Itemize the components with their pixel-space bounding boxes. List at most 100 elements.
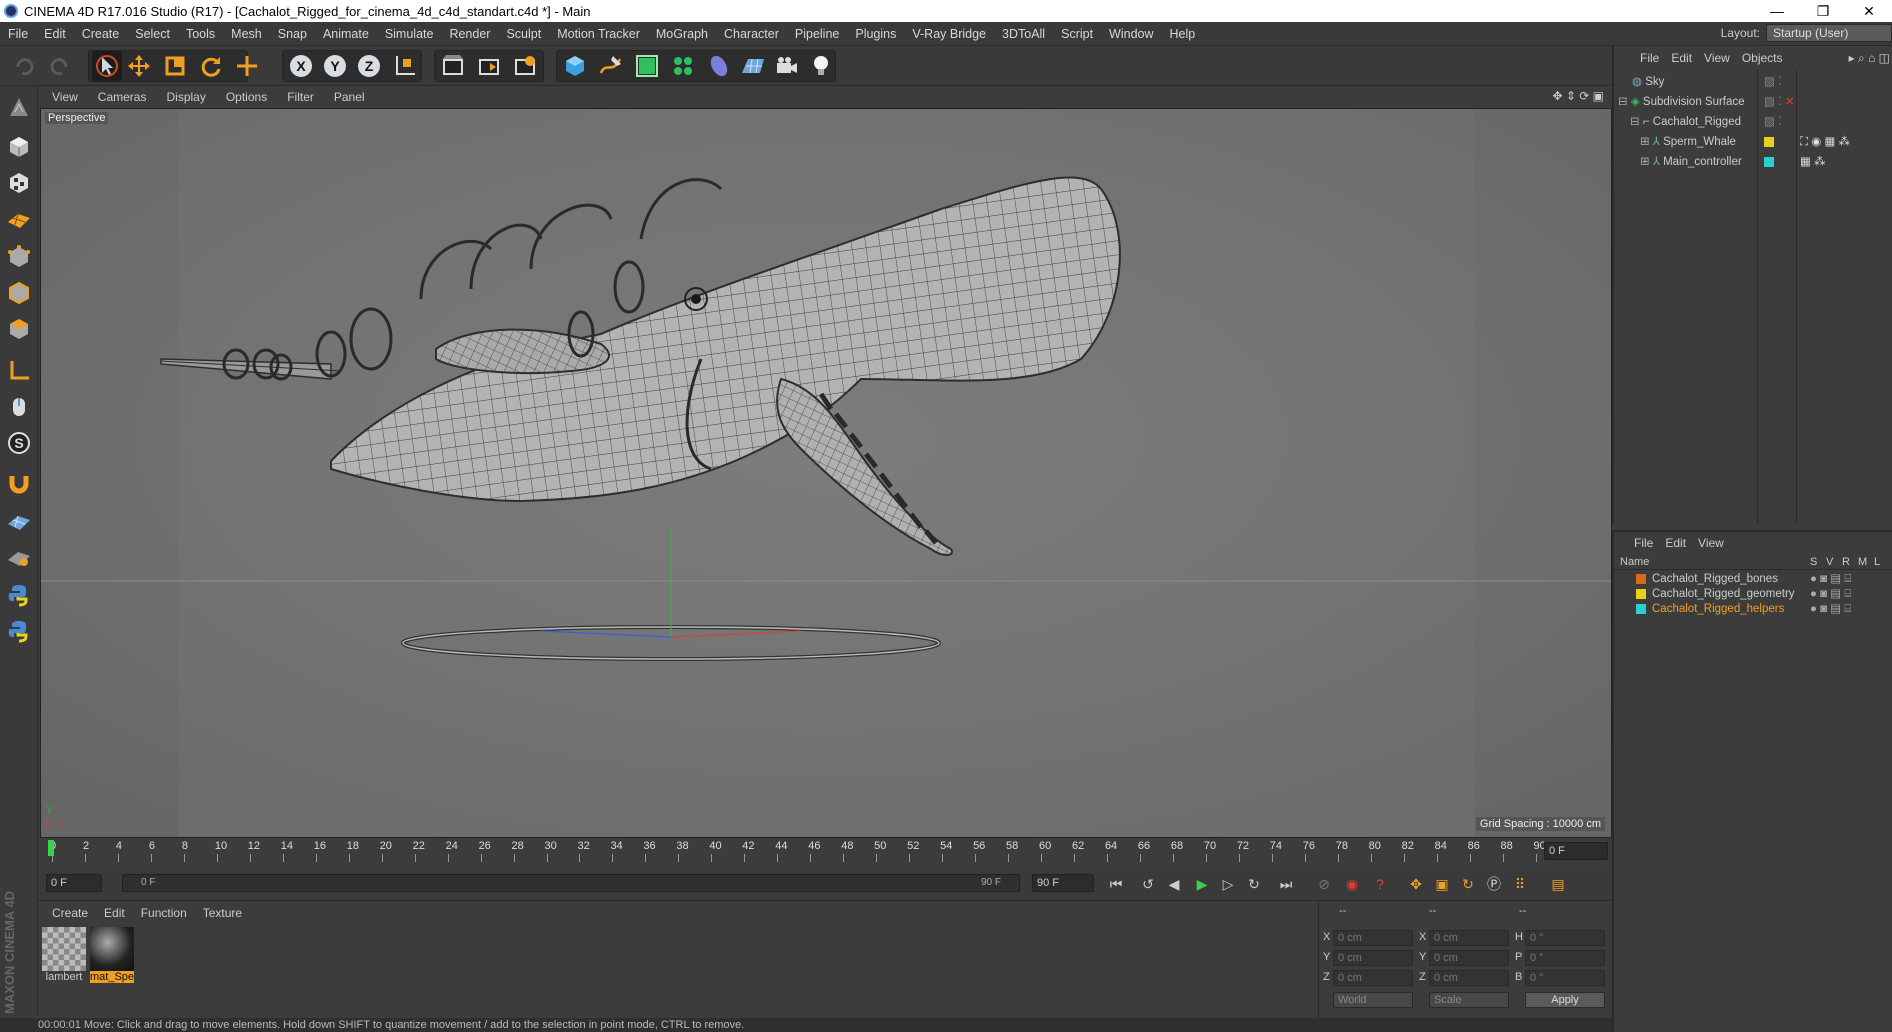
end-frame-field[interactable]: 90 F: [1032, 874, 1094, 892]
undo-button[interactable]: [10, 51, 40, 81]
deformer-icon[interactable]: [704, 51, 734, 81]
previous-frame-icon[interactable]: ◀: [1162, 872, 1186, 896]
material-lambert[interactable]: lambert: [42, 927, 86, 985]
expand-icon[interactable]: ⊞: [1640, 136, 1650, 148]
position-y-field[interactable]: 0 cm: [1333, 950, 1413, 966]
expand-icon[interactable]: ⊞: [1640, 156, 1650, 168]
play-icon[interactable]: ▶: [1190, 872, 1214, 896]
menu-mograph[interactable]: MoGraph: [648, 27, 716, 41]
menu-pipeline[interactable]: Pipeline: [787, 27, 847, 41]
next-key-icon[interactable]: ↻: [1242, 872, 1266, 896]
rotation-p-field[interactable]: 0 °: [1525, 950, 1605, 966]
cachalot-visibility-icon[interactable]: ▨ ⁚: [1764, 112, 1782, 132]
previous-key-icon[interactable]: ↺: [1136, 872, 1160, 896]
layout-dropdown[interactable]: Startup (User): [1766, 24, 1892, 42]
size-x-field[interactable]: 0 cm: [1429, 930, 1509, 946]
current-frame-field[interactable]: 0 F: [1544, 842, 1608, 860]
autokey-icon[interactable]: ◉: [1340, 872, 1364, 896]
coordinate-system-icon[interactable]: [390, 51, 420, 81]
go-to-end-icon[interactable]: ⏭: [1274, 872, 1298, 896]
layer-geometry-toggles[interactable]: ● ◙ ▤ ⌸: [1810, 587, 1851, 602]
render-view-icon[interactable]: [438, 51, 468, 81]
menu-plugins[interactable]: Plugins: [847, 27, 904, 41]
move-tool-icon[interactable]: [124, 51, 154, 81]
menu-mesh[interactable]: Mesh: [223, 27, 270, 41]
menu-render[interactable]: Render: [441, 27, 498, 41]
viewport-menu-panel[interactable]: Panel: [324, 90, 375, 104]
timeline-window-icon[interactable]: ▤: [1546, 872, 1570, 896]
material-menu-function[interactable]: Function: [133, 906, 195, 920]
perspective-viewport[interactable]: Perspective y z x Grid Spacing : 10000 c…: [40, 108, 1612, 838]
menu-snap[interactable]: Snap: [270, 27, 315, 41]
spline-pen-icon[interactable]: [596, 51, 626, 81]
floor-icon[interactable]: [738, 51, 768, 81]
y-axis-lock-icon[interactable]: Y: [320, 51, 350, 81]
object-manager-toolbar-icons[interactable]: ▸ ⌕ ⌂ ◫: [1849, 51, 1890, 66]
rotate-tool-icon[interactable]: [196, 51, 226, 81]
tweak-mode-icon[interactable]: [4, 392, 34, 422]
menu-script[interactable]: Script: [1053, 27, 1101, 41]
viewport-menu-options[interactable]: Options: [216, 90, 277, 104]
object-row-cachalot-rigged[interactable]: ⊟ ⌐ Cachalot_Rigged ▨ ⁚: [1614, 112, 1892, 132]
sky-visibility-icon[interactable]: ▨ ⁚: [1764, 72, 1782, 92]
rotation-b-field[interactable]: 0 °: [1525, 970, 1605, 986]
z-axis-lock-icon[interactable]: Z: [354, 51, 384, 81]
menu-character[interactable]: Character: [716, 27, 787, 41]
python-script-icon[interactable]: [4, 580, 34, 610]
magnet-icon[interactable]: [4, 468, 34, 498]
menu-help[interactable]: Help: [1162, 27, 1204, 41]
record-keys-icon[interactable]: ⊘: [1312, 872, 1336, 896]
model-mode-icon[interactable]: [4, 132, 34, 162]
menu-file[interactable]: File: [0, 27, 36, 41]
menu-window[interactable]: Window: [1101, 27, 1161, 41]
cube-primitive-icon[interactable]: [560, 51, 590, 81]
layer-row-bones[interactable]: Cachalot_Rigged_bones ● ◙ ▤ ⌸: [1614, 572, 1892, 587]
layers-menu-edit[interactable]: Edit: [1665, 536, 1686, 550]
menu-motion-tracker[interactable]: Motion Tracker: [549, 27, 648, 41]
subdivision-surface-icon[interactable]: [632, 51, 662, 81]
rotation-h-field[interactable]: 0 °: [1525, 930, 1605, 946]
collapse-icon[interactable]: ⊟: [1618, 96, 1628, 108]
start-frame-field[interactable]: 0 F: [46, 874, 102, 892]
polygons-mode-icon[interactable]: [4, 314, 34, 344]
edges-mode-icon[interactable]: [4, 278, 34, 308]
render-settings-icon[interactable]: [510, 51, 540, 81]
layer-row-geometry[interactable]: Cachalot_Rigged_geometry ● ◙ ▤ ⌸: [1614, 587, 1892, 602]
key-parameter-icon[interactable]: Ⓟ: [1482, 872, 1506, 896]
menu-create[interactable]: Create: [74, 27, 128, 41]
texture-mode-icon[interactable]: [4, 168, 34, 198]
main-controller-tags-icon[interactable]: ▦ ⁂: [1800, 152, 1826, 172]
make-editable-icon[interactable]: [4, 92, 34, 122]
key-position-icon[interactable]: ✥: [1404, 872, 1428, 896]
material-mat-spe[interactable]: mat_Spe: [90, 927, 134, 985]
axis-mode-icon[interactable]: [4, 356, 34, 386]
sperm-whale-tags-icon[interactable]: ⛶ ◉ ▦ ⁂: [1800, 132, 1850, 152]
timeline-ruler[interactable]: 0246810121416182022242628303234363840424…: [40, 838, 1612, 866]
material-menu-edit[interactable]: Edit: [96, 906, 133, 920]
apply-button[interactable]: Apply: [1525, 992, 1605, 1008]
viewport-menu-filter[interactable]: Filter: [277, 90, 324, 104]
layers-menu-view[interactable]: View: [1698, 536, 1724, 550]
render-picture-viewer-icon[interactable]: [474, 51, 504, 81]
position-x-field[interactable]: 0 cm: [1333, 930, 1413, 946]
viewport-menu-view[interactable]: View: [42, 90, 88, 104]
size-z-field[interactable]: 0 cm: [1429, 970, 1509, 986]
key-pla-icon[interactable]: ⠿: [1508, 872, 1532, 896]
workplane-mode-icon[interactable]: [4, 204, 34, 234]
position-z-field[interactable]: 0 cm: [1333, 970, 1413, 986]
object-row-sperm-whale[interactable]: ⊞ ⅄ Sperm_Whale ⛶ ◉ ▦ ⁂: [1614, 132, 1892, 152]
live-selection-icon[interactable]: [232, 51, 262, 81]
select-arrow-icon[interactable]: [92, 51, 122, 81]
subdivision-visibility-icon[interactable]: ▨ ⁚ ✕: [1764, 92, 1795, 112]
scale-tool-icon[interactable]: [160, 51, 190, 81]
python-script-2-icon[interactable]: [4, 616, 34, 646]
layers-menu-file[interactable]: File: [1634, 536, 1653, 550]
restore-button[interactable]: ❐: [1800, 0, 1846, 22]
camera-icon[interactable]: [772, 51, 802, 81]
layer-helpers-toggles[interactable]: ● ◙ ▤ ⌸: [1810, 602, 1851, 617]
scale-mode-dropdown[interactable]: Scale: [1429, 992, 1509, 1008]
timeline-playhead[interactable]: [48, 840, 54, 856]
frame-range-slider[interactable]: 0 F 90 F: [122, 874, 1020, 892]
layer-bones-toggles[interactable]: ● ◙ ▤ ⌸: [1810, 572, 1851, 587]
menu-tools[interactable]: Tools: [178, 27, 223, 41]
